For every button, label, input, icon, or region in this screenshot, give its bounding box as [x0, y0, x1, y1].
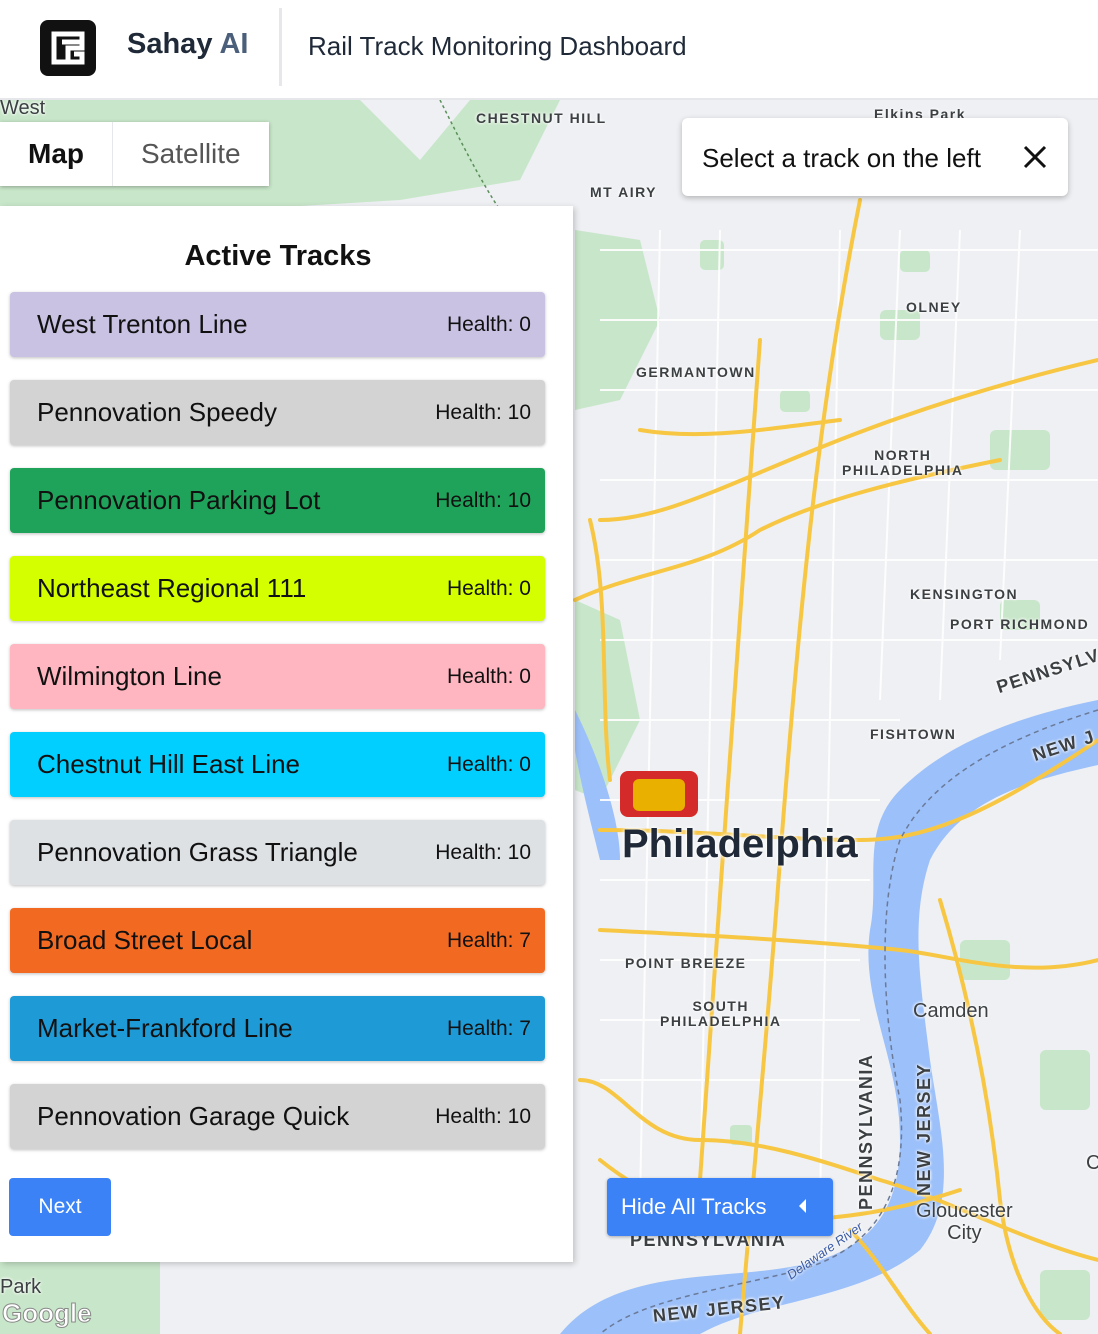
track-row[interactable]: Market-Frankford Line Health: 7	[10, 996, 545, 1061]
map-label-camden: Camden	[913, 1000, 989, 1022]
map-label-chestnut-hill: CHESTNUT HILL	[476, 110, 607, 126]
track-health: Health: 0	[446, 313, 531, 336]
map-label-south-philadelphia: SOUTH PHILADELPHIA	[660, 998, 782, 1029]
map-label-olney: OLNEY	[906, 299, 962, 315]
map-marker-icon[interactable]	[620, 771, 698, 819]
map-label-point-breeze: POINT BREEZE	[625, 955, 747, 971]
map-type-map-button[interactable]: Map	[0, 122, 112, 186]
hide-all-tracks-label: Hide All Tracks	[621, 1194, 767, 1219]
track-name: West Trenton Line	[37, 309, 248, 339]
active-tracks-title: Active Tracks	[184, 240, 372, 272]
caret-left-icon	[799, 1199, 806, 1213]
track-health: Health: 0	[446, 665, 531, 688]
close-icon[interactable]	[1022, 144, 1048, 170]
track-health: Health: 7	[446, 929, 531, 952]
track-health: Health: 0	[446, 753, 531, 776]
map-label-new-jersey-vertical: NEW JERSEY	[914, 1062, 934, 1196]
map-label-germantown: GERMANTOWN	[636, 364, 756, 380]
track-name: Pennovation Grass Triangle	[37, 837, 358, 867]
sahay-logo-icon	[40, 20, 96, 76]
track-row[interactable]: Northeast Regional 111 Health: 0	[10, 556, 545, 621]
track-health: Health: 0	[446, 577, 531, 600]
track-row[interactable]: West Trenton Line Health: 0	[10, 292, 545, 357]
map-label-philadelphia: Philadelphia	[622, 822, 858, 866]
track-name: Northeast Regional 111	[37, 573, 307, 603]
page-title: Rail Track Monitoring Dashboard	[308, 31, 687, 61]
brand-name: Sahay AI	[127, 28, 249, 60]
track-health: Health: 10	[435, 1105, 531, 1128]
track-row[interactable]: Wilmington Line Health: 0	[10, 644, 545, 709]
track-row[interactable]: Pennovation Parking Lot Health: 10	[10, 468, 545, 533]
track-health: Health: 10	[435, 401, 531, 424]
google-attribution-logo: Google	[2, 1298, 93, 1329]
track-name: Broad Street Local	[37, 925, 253, 955]
track-name: Chestnut Hill East Line	[37, 749, 301, 779]
track-row[interactable]: Chestnut Hill East Line Health: 0	[10, 732, 545, 797]
active-tracks-panel: Active Tracks West Trenton Line Health: 0…	[0, 206, 573, 1262]
hide-all-tracks-button[interactable]: Hide All Tracks	[607, 1178, 833, 1236]
map-label-port-richmond: PORT RICHMOND	[950, 616, 1090, 632]
track-name: Pennovation Garage Quick	[37, 1101, 350, 1131]
app-header: Sahay AI Rail Track Monitoring Dashboard	[0, 0, 1098, 100]
map-label-west: West	[0, 100, 46, 119]
track-health: Health: 10	[435, 841, 531, 864]
map-type-satellite-button[interactable]: Satellite	[112, 122, 269, 186]
map-label-pennsylvania-vertical: PENNSYLVANIA	[856, 1053, 876, 1210]
header-divider	[279, 8, 282, 86]
map-label-north-philadelphia: NORTH PHILADELPHIA	[842, 447, 964, 478]
track-health: Health: 7	[446, 1017, 531, 1040]
track-hint-text: Select a track on the left	[702, 143, 981, 173]
track-hint-box: Select a track on the left	[682, 118, 1068, 196]
map-label-c-edge: C	[1086, 1152, 1098, 1174]
map-type-control[interactable]: Map Satellite	[0, 122, 269, 186]
next-button[interactable]: Next	[9, 1178, 111, 1236]
track-row[interactable]: Pennovation Garage Quick Health: 10	[10, 1084, 545, 1149]
track-name: Pennovation Speedy	[37, 397, 277, 427]
map-label-mt-airy: MT AIRY	[590, 184, 658, 200]
map-label-park: Park	[0, 1276, 42, 1298]
map-label-fishtown: FISHTOWN	[870, 726, 957, 742]
track-name: Market-Frankford Line	[37, 1013, 293, 1043]
track-name: Wilmington Line	[37, 661, 222, 691]
track-row[interactable]: Pennovation Speedy Health: 10	[10, 380, 545, 445]
track-name: Pennovation Parking Lot	[37, 485, 321, 515]
map-label-kensington: KENSINGTON	[910, 586, 1019, 602]
map-label-gloucester-city: Gloucester City	[916, 1200, 1013, 1244]
track-row[interactable]: Broad Street Local Health: 7	[10, 908, 545, 973]
track-health: Health: 10	[435, 489, 531, 512]
track-row[interactable]: Pennovation Grass Triangle Health: 10	[10, 820, 545, 885]
